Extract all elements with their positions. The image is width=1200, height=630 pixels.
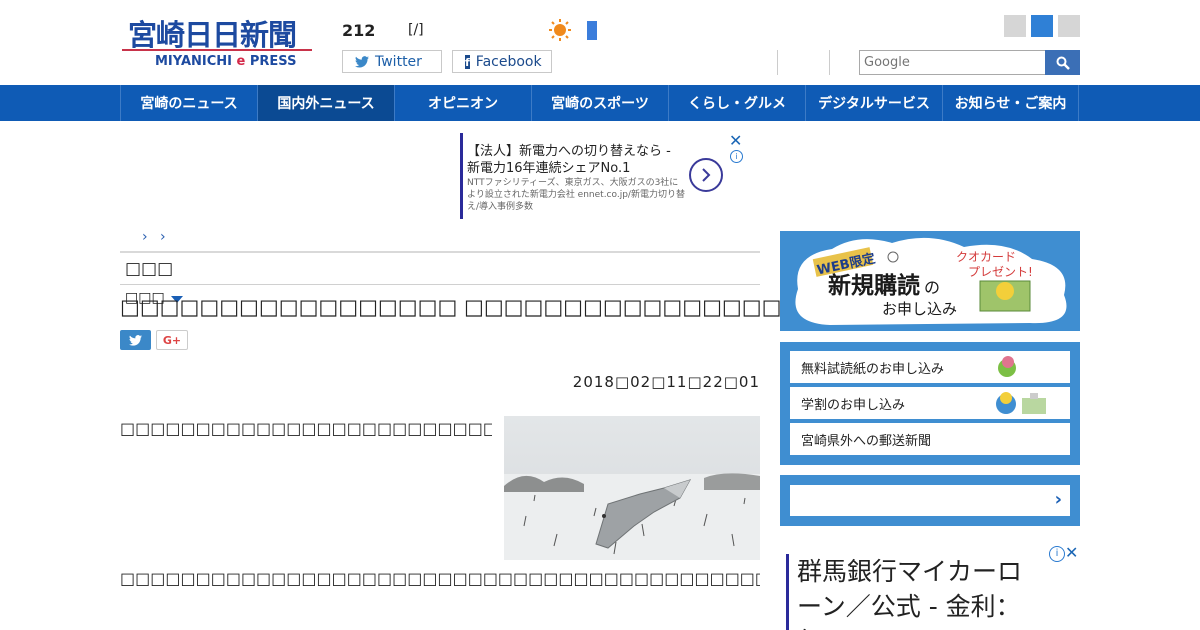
ad-close-icon[interactable]: ✕ (729, 131, 742, 150)
mail-delivery-link[interactable]: 宮崎県外への郵送新聞 (790, 423, 1070, 455)
facebook-icon: f (465, 54, 470, 69)
nav-item-lifestyle[interactable]: くらし・グルメ (668, 85, 805, 121)
search-input[interactable] (859, 50, 1046, 75)
font-size-small-button[interactable] (1004, 15, 1026, 37)
sidebar-ad-text[interactable]: 群馬銀行マイカーローン／公式 - 金利：年0.9%-5.7% (797, 554, 1027, 630)
nav-item-sports[interactable]: 宮崎のスポーツ (531, 85, 668, 121)
ad-info-icon[interactable]: i (730, 150, 743, 163)
sidebar-link-panel: › (780, 475, 1080, 526)
search-button[interactable] (1045, 50, 1080, 75)
article-headline: □□□□□□□□□□□□□□□□□ □□□□□□□□□□□□□□□□□□ (120, 295, 822, 319)
article-date: 2018□02□11□22□01 (572, 373, 760, 391)
header-divider (777, 50, 778, 75)
ad-description: NTTファシリティーズ、東京ガス、大阪ガスの3社により設立された新電力会社 en… (467, 178, 685, 212)
article-category: □□□ (125, 259, 174, 279)
banner-connector-text: の (924, 278, 940, 297)
twitter-label: Twitter (375, 53, 422, 70)
rain-weather-icon (587, 21, 597, 40)
mail-delivery-label: 宮崎県外への郵送新聞 (801, 433, 932, 449)
divider (120, 251, 760, 253)
free-trial-link[interactable]: 無料試読紙のお申し込み (790, 351, 1070, 383)
banner-main-text: 新規購読 (828, 272, 920, 299)
student-discount-link[interactable]: 学割のお申し込み (790, 387, 1070, 419)
student-discount-label: 学割のお申し込み (801, 397, 906, 413)
divider (120, 284, 760, 285)
free-trial-label: 無料試読紙のお申し込み (801, 361, 945, 377)
article-paragraph: □□□□□□□□□□□□□□□□□□□□□□□□□□□□□□□□□□□□□□□□… (120, 569, 760, 588)
sunny-weather-icon (549, 19, 571, 41)
site-logo[interactable]: 宮崎日日新聞 MIYANICHI e PRESS (122, 12, 314, 74)
banner-card-text: クオカード (956, 250, 1016, 264)
logo-title: 宮崎日日新聞 (128, 18, 297, 52)
top-advertisement[interactable]: 【法人】新電力への切り替えなら - 新電力16年連続シェアNo.1 NTTファシ… (460, 131, 745, 219)
breadcrumb-separator: › (160, 229, 166, 245)
main-nav: 宮崎のニュース 国内外ニュース オピニオン 宮崎のスポーツ くらし・グルメ デジ… (0, 85, 1200, 121)
banner-sub-text: お申し込み (882, 300, 957, 318)
breadcrumb-separator: › (142, 229, 148, 245)
logo-divider (122, 49, 312, 51)
banner-present-text: プレゼント! (968, 265, 1033, 279)
nav-item-info[interactable]: お知らせ・ご案内 (942, 85, 1079, 121)
nav-item-opinion[interactable]: オピニオン (394, 85, 531, 121)
subscription-banner[interactable]: WEB限定 新規購読 の お申し込み クオカード プレゼント! (780, 231, 1080, 331)
google-plus-share-button[interactable]: G+ (156, 330, 188, 350)
chevron-right-icon: › (1054, 489, 1062, 510)
subscription-links-panel: 無料試読紙のお申し込み 学割のお申し込み 宮崎県外への郵送新聞 (780, 342, 1080, 465)
logo-subtitle: MIYANICHI e PRESS (155, 54, 297, 69)
mascot-icon (998, 356, 1016, 377)
font-size-medium-button[interactable] (1031, 15, 1053, 37)
nav-item-national-news[interactable]: 国内外ニュース (257, 85, 394, 121)
ad-arrow-button[interactable] (689, 158, 723, 192)
nav-item-miyazaki-news[interactable]: 宮崎のニュース (120, 85, 257, 121)
article-photo (504, 416, 760, 560)
header-divider (829, 50, 830, 75)
chevron-right-icon (702, 168, 711, 182)
search-icon (1056, 56, 1070, 70)
twitter-share-button[interactable] (120, 330, 151, 350)
visitor-count: 212 (342, 21, 376, 40)
twitter-follow-button[interactable]: Twitter (342, 50, 442, 73)
facebook-label: Facebook (475, 53, 542, 70)
nav-item-digital[interactable]: デジタルサービス (805, 85, 942, 121)
sidebar-advertisement[interactable]: 群馬銀行マイカーローン／公式 - 金利：年0.9%-5.7% (786, 554, 1083, 630)
font-size-large-button[interactable] (1058, 15, 1080, 37)
article-paragraph: □□□□□□□□□□□□□□□□□□□□□□□□□□□□□□□□□□□□□□□□… (120, 419, 492, 438)
count-suffix: [/] (408, 22, 424, 38)
twitter-icon (355, 55, 369, 68)
mascot-school-icon (996, 392, 1046, 414)
twitter-icon (129, 334, 142, 346)
sidebar-link[interactable]: › (790, 485, 1070, 516)
facebook-like-button[interactable]: f Facebook (452, 50, 552, 73)
ad-title[interactable]: 【法人】新電力への切り替えなら - 新電力16年連続シェアNo.1 (467, 143, 687, 177)
